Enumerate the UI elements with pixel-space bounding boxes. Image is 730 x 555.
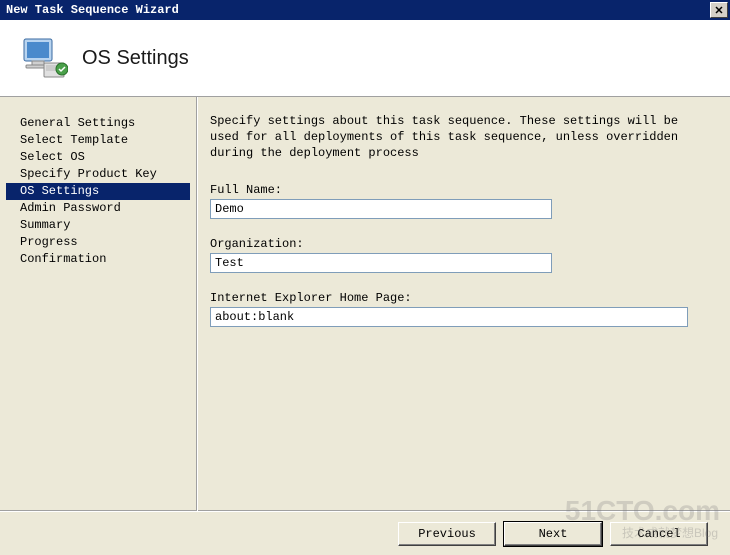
- page-title: OS Settings: [82, 47, 189, 70]
- cancel-button[interactable]: Cancel: [610, 522, 708, 546]
- sidebar-item-select-template[interactable]: Select Template: [6, 132, 190, 149]
- organization-input[interactable]: [210, 253, 552, 273]
- close-icon: ✕: [714, 4, 723, 17]
- sidebar-item-specify-product-key[interactable]: Specify Product Key: [6, 166, 190, 183]
- close-button[interactable]: ✕: [710, 2, 728, 18]
- organization-label: Organization:: [210, 237, 712, 251]
- sidebar-item-confirmation[interactable]: Confirmation: [6, 251, 190, 268]
- titlebar: New Task Sequence Wizard ✕: [0, 0, 730, 20]
- sidebar-item-os-settings[interactable]: OS Settings: [6, 183, 190, 200]
- content-panel: Specify settings about this task sequenc…: [198, 97, 730, 511]
- full-name-label: Full Name:: [210, 183, 712, 197]
- ie-home-label: Internet Explorer Home Page:: [210, 291, 712, 305]
- sidebar-item-progress[interactable]: Progress: [6, 234, 190, 251]
- full-name-input[interactable]: [210, 199, 552, 219]
- next-button[interactable]: Next: [504, 522, 602, 546]
- ie-home-input[interactable]: [210, 307, 688, 327]
- sidebar-item-admin-password[interactable]: Admin Password: [6, 200, 190, 217]
- sidebar-item-select-os[interactable]: Select OS: [6, 149, 190, 166]
- body-area: General Settings Select Template Select …: [0, 97, 730, 511]
- computer-icon: [18, 33, 68, 83]
- header-banner: OS Settings: [0, 20, 730, 97]
- sidebar: General Settings Select Template Select …: [0, 97, 196, 511]
- sidebar-item-summary[interactable]: Summary: [6, 217, 190, 234]
- window-title: New Task Sequence Wizard: [6, 3, 179, 17]
- button-bar: Previous Next Cancel: [0, 511, 730, 555]
- description-text: Specify settings about this task sequenc…: [210, 113, 712, 161]
- sidebar-item-general-settings[interactable]: General Settings: [6, 115, 190, 132]
- previous-button[interactable]: Previous: [398, 522, 496, 546]
